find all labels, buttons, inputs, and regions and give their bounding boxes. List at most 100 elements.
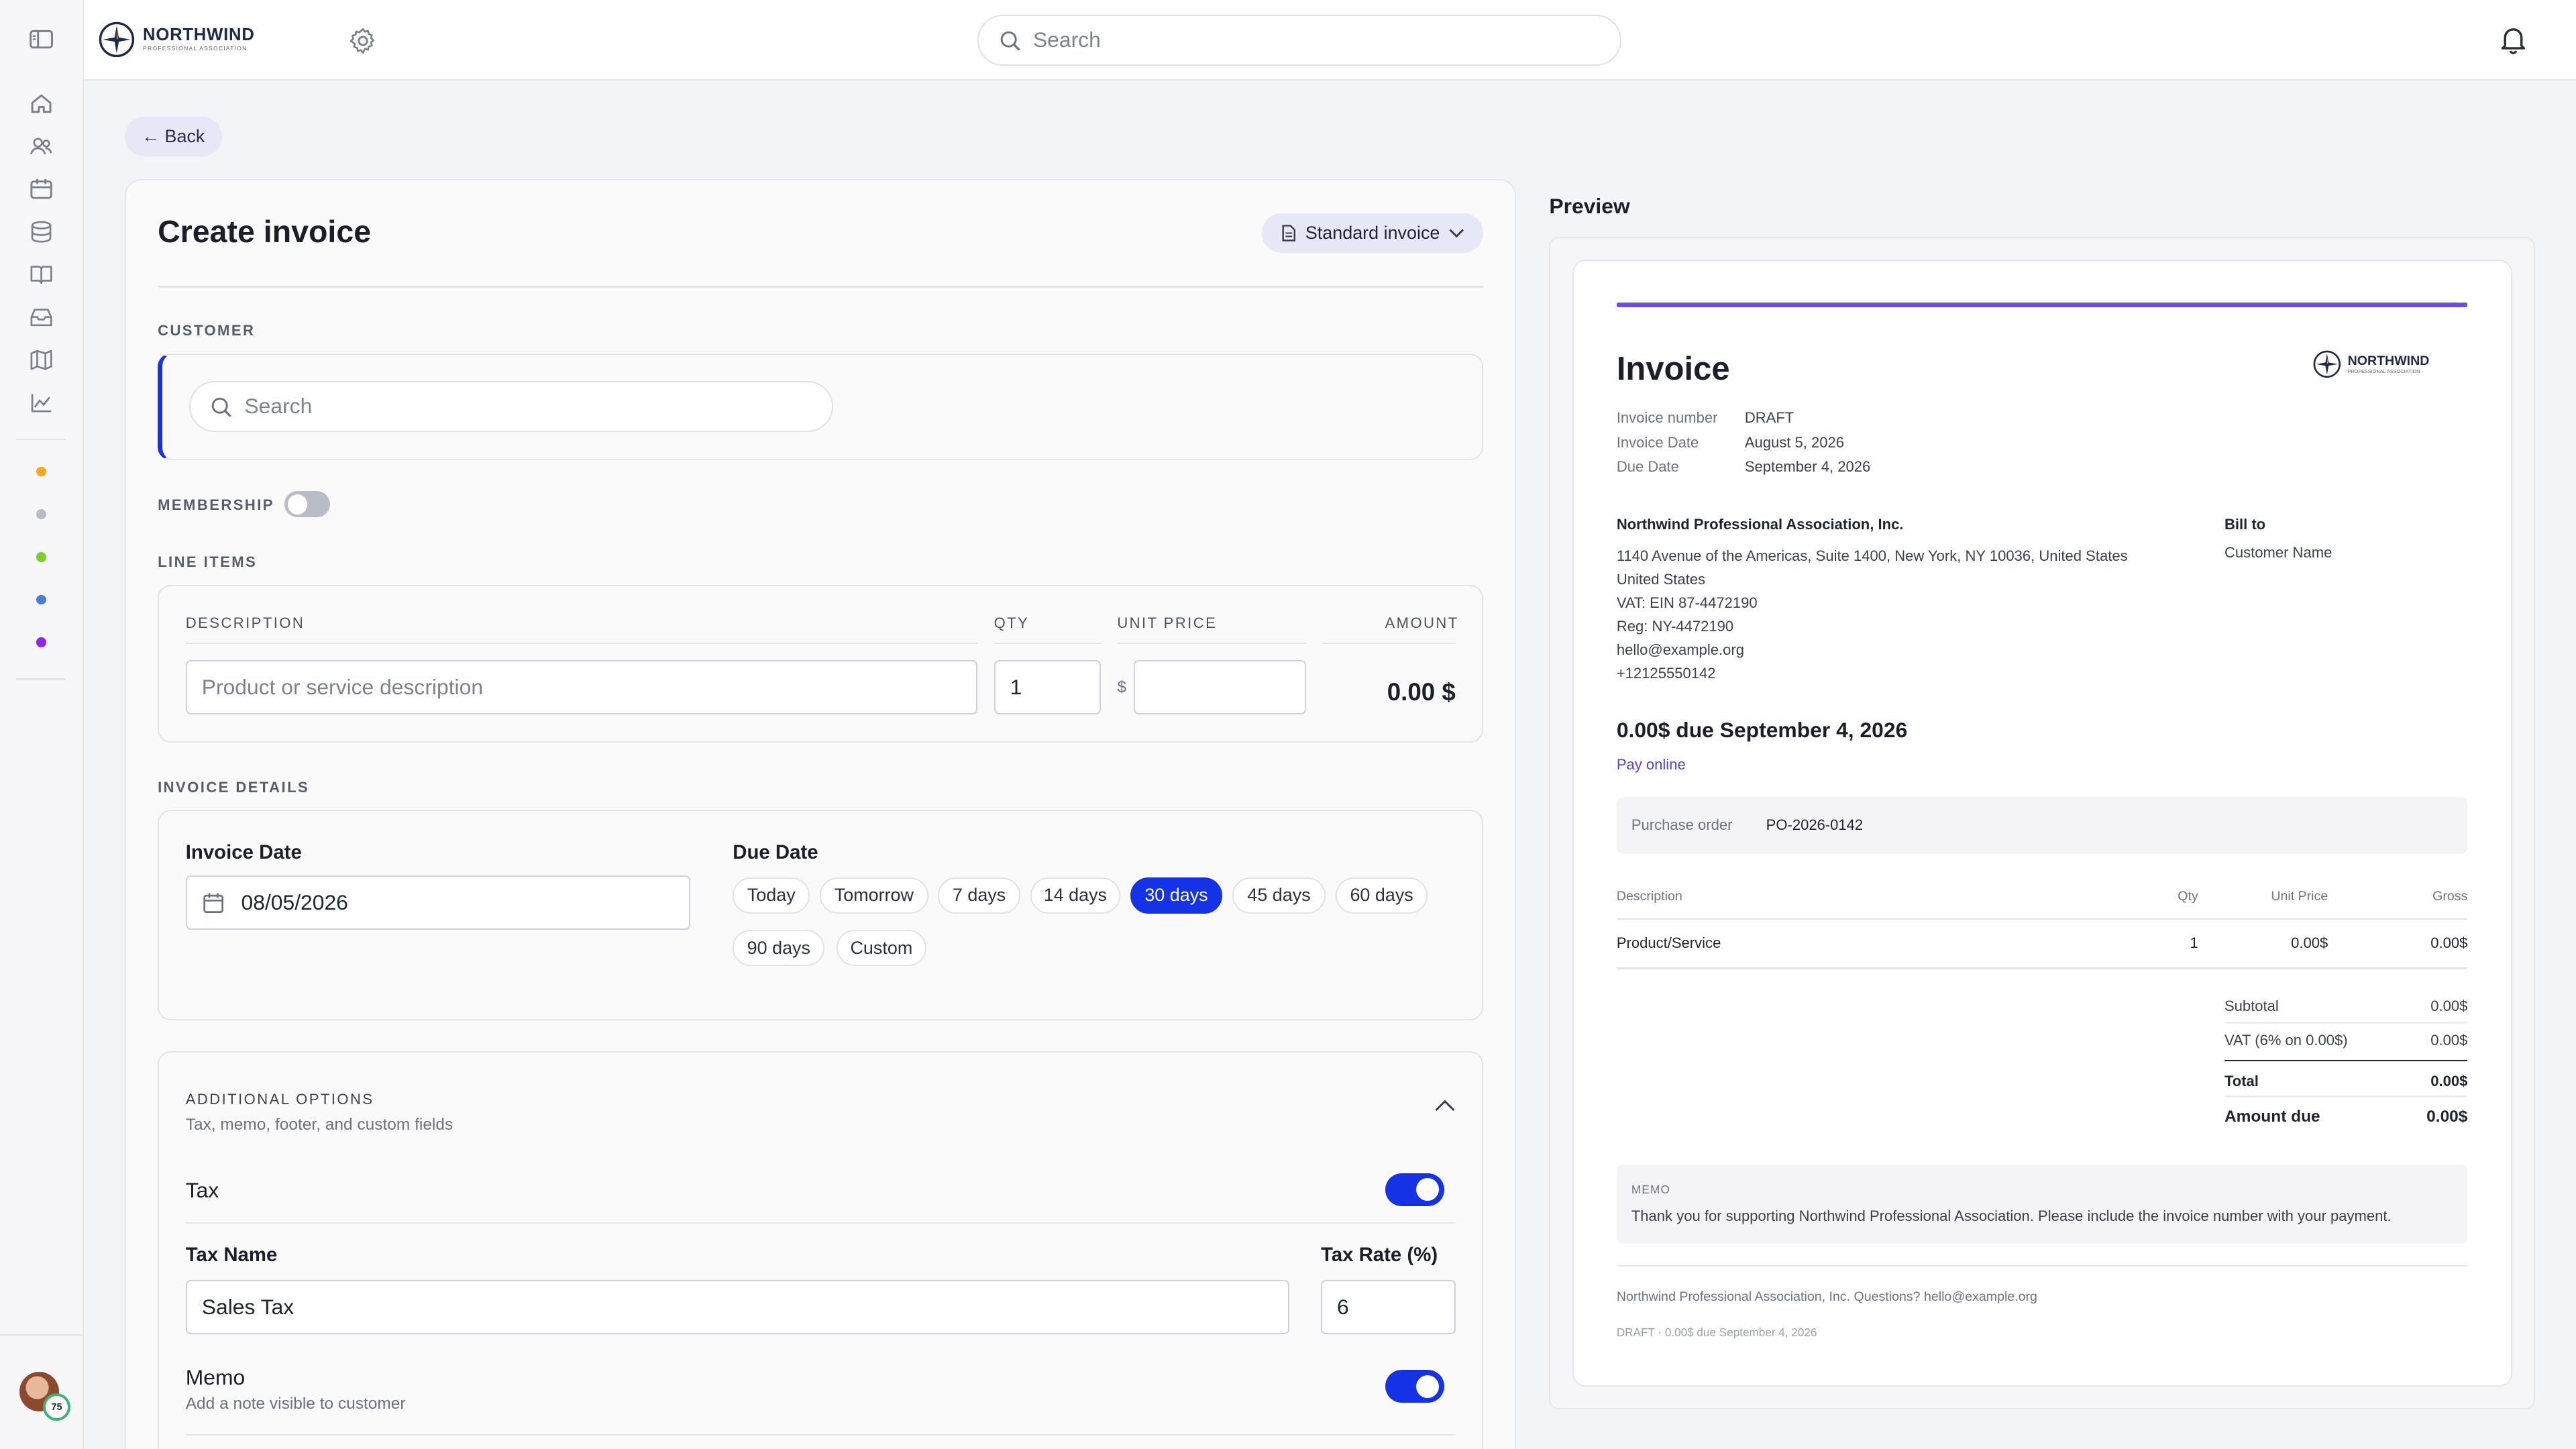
customer-search-input[interactable]: Search	[244, 394, 312, 419]
meta-label: Invoice number	[1616, 409, 1718, 426]
global-search-input[interactable]: Search	[1033, 28, 1101, 52]
bell-icon[interactable]	[2497, 23, 2530, 56]
description-placeholder: Product or service description	[201, 675, 484, 700]
invoice-date-input[interactable]: 08/05/2026	[185, 875, 690, 930]
invoice-type-label: Standard invoice	[1305, 223, 1440, 244]
due-option-90-days[interactable]: 90 days	[733, 930, 825, 966]
description-input[interactable]: Product or service description	[185, 660, 978, 715]
row-unit-price: 0.00$	[2291, 934, 2328, 952]
due-option-30-days[interactable]: 30 days	[1130, 877, 1223, 914]
back-button[interactable]: ← Back	[125, 116, 222, 156]
status-dot-orange[interactable]	[36, 466, 46, 477]
invoice-logo: NORTHWIND PROFESSIONAL ASSOCIATION	[2313, 350, 2429, 378]
header-rule	[1117, 642, 1306, 644]
from-line: VAT: EIN 87-4472190	[1616, 594, 1758, 611]
line-amount: 0.00 $	[1387, 678, 1456, 706]
home-icon[interactable]	[28, 91, 54, 117]
invoice-date-label: Invoice Date	[185, 841, 302, 863]
tax-toggle[interactable]	[1385, 1173, 1444, 1206]
chevron-up-icon[interactable]	[1434, 1099, 1456, 1112]
footer-line: Northwind Professional Association, Inc.…	[1616, 1289, 2037, 1305]
title-divider	[158, 286, 1484, 288]
additional-options-subtitle: Tax, memo, footer, and custom fields	[185, 1115, 453, 1134]
tax-name-input[interactable]: Sales Tax	[185, 1279, 1290, 1334]
amount-due-label: Amount due	[2224, 1107, 2320, 1126]
tax-name-value: Sales Tax	[201, 1294, 294, 1319]
header-rule	[1322, 642, 1456, 644]
due-option-today[interactable]: Today	[733, 877, 810, 914]
col-unit-price: Unit Price	[2271, 888, 2328, 904]
totals-rule-strong	[2224, 1059, 2468, 1062]
column-qty: QTY	[994, 614, 1030, 631]
chevron-down-icon	[1449, 229, 1464, 238]
status-dot-green[interactable]	[36, 551, 46, 562]
meta-label: Due Date	[1616, 458, 1679, 476]
calendar-icon[interactable]	[28, 176, 54, 202]
global-search[interactable]: Search	[977, 15, 1622, 66]
due-option-60-days[interactable]: 60 days	[1336, 877, 1428, 914]
qty-value: 1	[1010, 675, 1022, 700]
sidebar-divider	[16, 438, 66, 441]
from-name: Northwind Professional Association, Inc.	[1616, 515, 1904, 533]
brand-name: NORTHWIND	[143, 25, 255, 45]
status-dot-blue[interactable]	[36, 594, 46, 605]
search-icon	[211, 397, 231, 417]
due-option-45-days[interactable]: 45 days	[1232, 877, 1326, 914]
meta-label: Invoice Date	[1616, 433, 1699, 451]
sidebar-footer-divider	[0, 1334, 84, 1336]
invoice-type-dropdown[interactable]: Standard invoice	[1261, 213, 1484, 254]
invoice-details-section-label: INVOICE DETAILS	[158, 778, 310, 796]
memo-subtitle: Add a note visible to customer	[185, 1395, 406, 1413]
memo-label: Memo	[185, 1365, 246, 1390]
footer-rule	[1616, 1265, 2468, 1267]
meta-value: September 4, 2026	[1744, 458, 1871, 476]
preview-heading: Preview	[1549, 193, 1630, 218]
due-option-14-days[interactable]: 14 days	[1030, 877, 1121, 914]
brand-logo[interactable]: NORTHWIND PROFESSIONAL ASSOCIATION	[99, 21, 255, 58]
column-unit-price: UNIT PRICE	[1117, 614, 1218, 631]
due-headline: 0.00$ due September 4, 2026	[1616, 718, 1908, 743]
brand-tagline: PROFESSIONAL ASSOCIATION	[143, 45, 248, 52]
tax-rate-label: Tax Rate (%)	[1320, 1243, 1438, 1266]
avatar-badge: 75	[42, 1393, 71, 1421]
sidebar-toggle-icon[interactable]	[28, 26, 54, 52]
purchase-order-box: Purchase order PO-2026-0142	[1616, 796, 2468, 855]
due-option-tomorrow[interactable]: Tomorrow	[820, 877, 928, 914]
book-icon[interactable]	[28, 261, 54, 287]
status-dot-gray[interactable]	[36, 509, 46, 519]
due-option-custom[interactable]: Custom	[836, 930, 927, 966]
chart-icon[interactable]	[28, 389, 54, 415]
back-button-label: Back	[164, 125, 205, 146]
header-rule	[185, 642, 978, 644]
customer-search[interactable]: Search	[189, 381, 833, 433]
additional-options-box	[158, 1051, 1484, 1449]
col-description: Description	[1616, 888, 1682, 904]
inbox-icon[interactable]	[28, 304, 54, 330]
sidebar: 75	[0, 0, 84, 1449]
users-icon[interactable]	[28, 133, 54, 159]
tax-rate-input[interactable]: 6	[1320, 1279, 1456, 1334]
col-qty: Qty	[2178, 888, 2198, 904]
gear-icon[interactable]	[348, 26, 378, 56]
sidebar-divider	[16, 678, 66, 680]
pay-online-link[interactable]: Pay online	[1617, 756, 1686, 773]
subtotal-label: Subtotal	[2224, 997, 2279, 1014]
search-icon	[1000, 31, 1020, 51]
memo-toggle[interactable]	[1385, 1370, 1444, 1403]
membership-toggle[interactable]	[284, 491, 331, 518]
membership-label: MEMBERSHIP	[158, 496, 274, 513]
status-dot-purple[interactable]	[36, 637, 46, 647]
qty-input[interactable]: 1	[994, 660, 1101, 715]
line-items-section-label: LINE ITEMS	[158, 553, 258, 571]
vat-label: VAT (6% on 0.00$)	[2224, 1031, 2348, 1049]
row-gross: 0.00$	[2430, 934, 2468, 952]
amount-due-value: 0.00$	[2426, 1107, 2468, 1126]
due-option-7-days[interactable]: 7 days	[938, 877, 1020, 914]
tax-divider	[185, 1222, 1456, 1224]
map-icon[interactable]	[28, 347, 54, 373]
footer-sub: DRAFT · 0.00$ due September 4, 2026	[1616, 1326, 1817, 1340]
from-address: 1140 Avenue of the Americas, Suite 1400,…	[1617, 544, 2128, 685]
database-icon[interactable]	[28, 219, 54, 245]
additional-options-label: ADDITIONAL OPTIONS	[185, 1091, 374, 1108]
unit-price-input[interactable]	[1133, 660, 1306, 715]
